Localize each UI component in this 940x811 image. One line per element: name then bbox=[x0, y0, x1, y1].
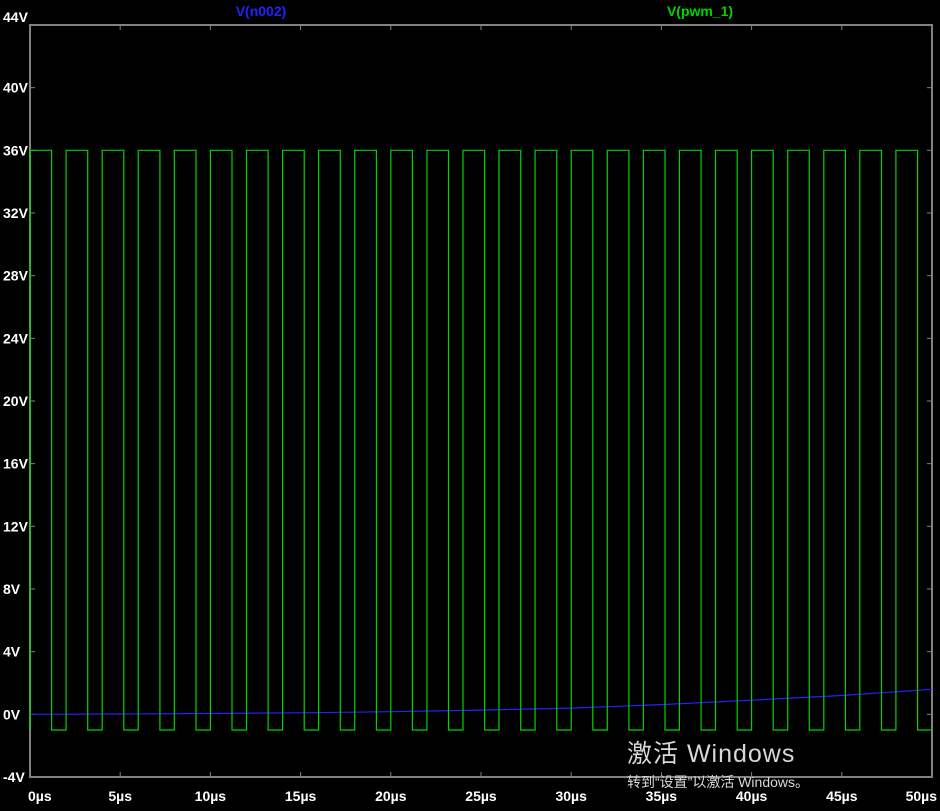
x-tick-label: 5µs bbox=[108, 788, 132, 804]
plot-area[interactable]: 0µs 5µs 10µs 15µs 20µs 25µs 30µs 35µs 40µs 45µs 50… bbox=[0, 0, 940, 811]
x-tick-label: 20µs bbox=[375, 788, 407, 804]
x-tick-label: 45µs bbox=[826, 788, 858, 804]
y-tick-label: 0V bbox=[3, 706, 21, 722]
y-tick-label: 28V bbox=[3, 268, 29, 284]
x-tick-label: 10µs bbox=[195, 788, 227, 804]
trace-label-n002[interactable]: V(n002) bbox=[236, 3, 287, 19]
y-tick-label: 24V bbox=[3, 330, 29, 346]
x-tick-label: 35µs bbox=[646, 788, 678, 804]
x-tick-label: 25µs bbox=[465, 788, 497, 804]
x-tick-label: 15µs bbox=[285, 788, 317, 804]
y-tick-label: 8V bbox=[3, 581, 21, 597]
plot-frame bbox=[29, 24, 933, 778]
y-tick-label: 4V bbox=[3, 644, 21, 660]
y-tick-label: 12V bbox=[3, 518, 29, 534]
x-tick-label: 40µs bbox=[736, 788, 768, 804]
y-tick-label: 20V bbox=[3, 393, 29, 409]
trace-legend: V(n002) V(pwm_1) bbox=[0, 3, 940, 21]
trace-label-pwm-1[interactable]: V(pwm_1) bbox=[667, 3, 733, 19]
y-tick-label: 40V bbox=[3, 80, 29, 96]
waveform-viewer: 0µs 5µs 10µs 15µs 20µs 25µs 30µs 35µs 40µs 45µs 50… bbox=[0, 0, 940, 811]
y-tick-label: 36V bbox=[3, 142, 29, 158]
x-tick-label: 0µs bbox=[28, 788, 52, 804]
x-tick-label: 50µs bbox=[906, 788, 938, 804]
y-tick-label: 32V bbox=[3, 205, 29, 221]
y-tick-label: 16V bbox=[3, 456, 29, 472]
x-tick-label: 30µs bbox=[555, 788, 587, 804]
y-tick-label: -4V bbox=[3, 769, 25, 785]
